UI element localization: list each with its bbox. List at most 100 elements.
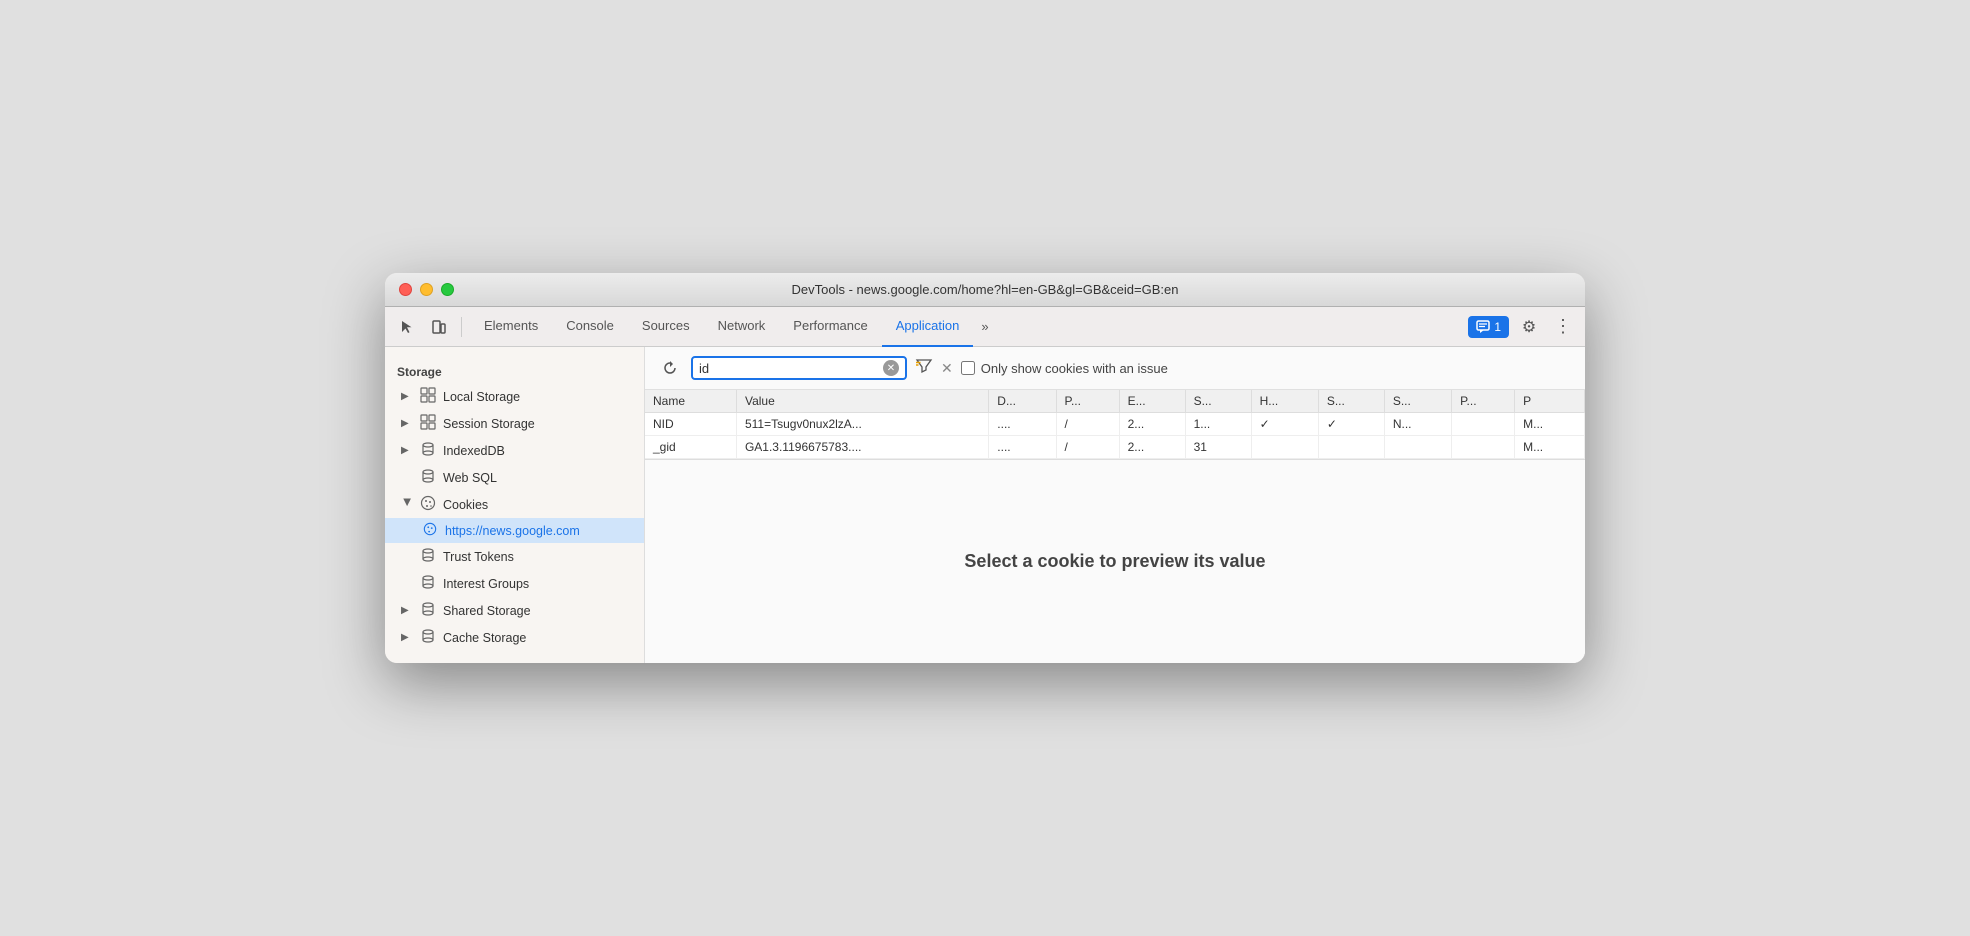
window-title: DevTools - news.google.com/home?hl=en-GB…	[792, 282, 1179, 297]
cookie-icon	[419, 495, 437, 514]
col-samesite: S...	[1384, 390, 1451, 413]
sidebar-item-cookies[interactable]: ▶ Cookies	[385, 491, 644, 518]
toolbar-right: 1 ⚙ ⋮	[1468, 313, 1577, 341]
local-storage-label: Local Storage	[443, 390, 520, 404]
trust-tokens-label: Trust Tokens	[443, 550, 514, 564]
cell-secure: ✓	[1318, 413, 1384, 436]
devtools-window: DevTools - news.google.com/home?hl=en-GB…	[385, 273, 1585, 663]
more-options-button[interactable]: ⋮	[1549, 313, 1577, 341]
sidebar-item-cookies-google[interactable]: https://news.google.com	[385, 518, 644, 543]
chevron-right-icon: ▶	[401, 632, 413, 643]
sidebar-storage-label: Storage	[385, 359, 644, 383]
table-row[interactable]: NID 511=Tsugv0nux2lzA... .... / 2... 1..…	[645, 413, 1585, 436]
refresh-button[interactable]	[657, 355, 683, 381]
feedback-button[interactable]: 1	[1468, 316, 1509, 338]
tab-elements[interactable]: Elements	[470, 307, 552, 347]
tab-performance[interactable]: Performance	[779, 307, 881, 347]
search-clear-button[interactable]: ✕	[883, 360, 899, 376]
tab-sources[interactable]: Sources	[628, 307, 704, 347]
cookie-preview-area: Select a cookie to preview its value	[645, 459, 1585, 663]
sidebar-item-session-storage[interactable]: ▶ Session Storage	[385, 410, 644, 437]
cell-sameparty	[1452, 413, 1515, 436]
cell-httponly: ✓	[1251, 413, 1318, 436]
cookies-label: Cookies	[443, 498, 488, 512]
preview-text: Select a cookie to preview its value	[964, 551, 1265, 572]
maximize-button[interactable]	[441, 283, 454, 296]
filter-clear-button[interactable]: ✕	[941, 360, 953, 377]
chevron-down-icon: ▶	[402, 499, 413, 511]
cell-priority: M...	[1515, 413, 1585, 436]
cookies-table: Name Value D... P... E... S... H... S...…	[645, 390, 1585, 459]
col-size: S...	[1185, 390, 1251, 413]
settings-button[interactable]: ⚙	[1515, 313, 1543, 341]
cylinder-icon	[419, 628, 437, 647]
toolbar-divider	[461, 317, 462, 337]
sidebar-item-trust-tokens[interactable]: ▶ Trust Tokens	[385, 543, 644, 570]
sidebar-item-indexeddb[interactable]: ▶ IndexedDB	[385, 437, 644, 464]
col-sameparty: P...	[1452, 390, 1515, 413]
cylinder-icon	[419, 468, 437, 487]
cookies-table-container: Name Value D... P... E... S... H... S...…	[645, 390, 1585, 663]
sidebar: Storage ▶ Local Storage ▶	[385, 347, 645, 663]
content-area: ✕ ✕ Only show cookies with an issue	[645, 347, 1585, 663]
col-path: P...	[1056, 390, 1119, 413]
more-tabs-button[interactable]: »	[973, 307, 996, 347]
tab-bar: Elements Console Sources Network Perform…	[470, 307, 1464, 347]
cell-path: /	[1056, 413, 1119, 436]
interest-groups-label: Interest Groups	[443, 577, 529, 591]
cylinder-icon	[419, 601, 437, 620]
indexeddb-label: IndexedDB	[443, 444, 505, 458]
filter-bar: ✕ ✕ Only show cookies with an issue	[645, 347, 1585, 390]
cell-name: _gid	[645, 436, 736, 459]
chevron-right-icon: ▶	[401, 445, 413, 456]
chevron-right-icon: ▶	[401, 605, 413, 616]
tab-network[interactable]: Network	[704, 307, 780, 347]
grid-icon	[419, 414, 437, 433]
table-row[interactable]: _gid GA1.3.1196675783.... .... / 2... 31…	[645, 436, 1585, 459]
device-toolbar-button[interactable]	[425, 313, 453, 341]
cursor-tool-button[interactable]	[393, 313, 421, 341]
main-area: Storage ▶ Local Storage ▶	[385, 347, 1585, 663]
table-header-row: Name Value D... P... E... S... H... S...…	[645, 390, 1585, 413]
session-storage-label: Session Storage	[443, 417, 535, 431]
cell-domain: ....	[989, 413, 1056, 436]
tab-application[interactable]: Application	[882, 307, 974, 347]
cell-value: 511=Tsugv0nux2lzA...	[736, 413, 988, 436]
chevron-right-icon: ▶	[401, 391, 413, 402]
close-button[interactable]	[399, 283, 412, 296]
col-httponly: H...	[1251, 390, 1318, 413]
issue-filter-label[interactable]: Only show cookies with an issue	[961, 361, 1168, 376]
issue-filter-checkbox[interactable]	[961, 361, 975, 375]
cell-sameparty	[1452, 436, 1515, 459]
col-priority: P	[1515, 390, 1585, 413]
col-secure: S...	[1318, 390, 1384, 413]
cell-name: NID	[645, 413, 736, 436]
issue-filter-text: Only show cookies with an issue	[981, 361, 1168, 376]
cell-samesite: N...	[1384, 413, 1451, 436]
cell-priority: M...	[1515, 436, 1585, 459]
sidebar-item-local-storage[interactable]: ▶ Local Storage	[385, 383, 644, 410]
minimize-button[interactable]	[420, 283, 433, 296]
filter-funnel-button[interactable]	[915, 357, 933, 380]
col-expires: E...	[1119, 390, 1185, 413]
feedback-badge: 1	[1494, 320, 1501, 334]
cache-storage-label: Cache Storage	[443, 631, 526, 645]
sidebar-item-cache-storage[interactable]: ▶ Cache Storage	[385, 624, 644, 651]
sidebar-item-web-sql[interactable]: ▶ Web SQL	[385, 464, 644, 491]
sidebar-item-interest-groups[interactable]: ▶ Interest Groups	[385, 570, 644, 597]
cell-value: GA1.3.1196675783....	[736, 436, 988, 459]
cookies-google-label: https://news.google.com	[445, 524, 580, 538]
cell-size: 1...	[1185, 413, 1251, 436]
col-value: Value	[736, 390, 988, 413]
shared-storage-label: Shared Storage	[443, 604, 531, 618]
search-input[interactable]	[699, 361, 879, 376]
titlebar: DevTools - news.google.com/home?hl=en-GB…	[385, 273, 1585, 307]
cylinder-icon	[419, 574, 437, 593]
cell-secure	[1318, 436, 1384, 459]
toolbar: Elements Console Sources Network Perform…	[385, 307, 1585, 347]
tab-console[interactable]: Console	[552, 307, 628, 347]
sidebar-item-shared-storage[interactable]: ▶ Shared Storage	[385, 597, 644, 624]
cylinder-icon	[419, 441, 437, 460]
cell-expires: 2...	[1119, 413, 1185, 436]
cookie-small-icon	[421, 522, 439, 539]
